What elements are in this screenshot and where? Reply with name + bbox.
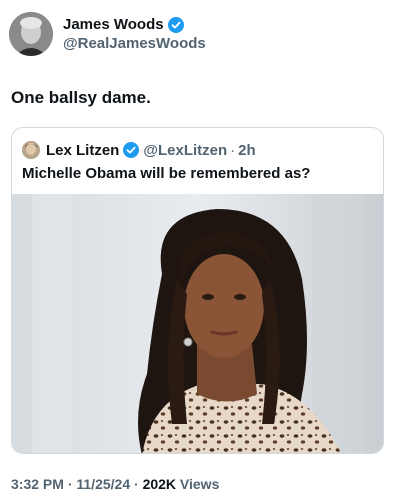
quoted-author-handle[interactable]: @LexLitzen xyxy=(143,142,227,159)
views-label: Views xyxy=(179,476,220,492)
quoted-tweet-photo[interactable] xyxy=(12,194,383,453)
tweet-date[interactable]: 11/25/24 xyxy=(76,476,130,492)
meta-separator: · xyxy=(67,476,73,492)
quoted-author-name[interactable]: Lex Litzen xyxy=(46,142,119,159)
verified-badge-icon xyxy=(167,16,184,33)
quoted-author-avatar xyxy=(22,141,40,159)
meta-separator-2: · xyxy=(134,476,139,492)
author-name[interactable]: James Woods xyxy=(63,16,164,33)
author-handle[interactable]: @RealJamesWoods xyxy=(63,35,206,52)
quoted-tweet-text: Michelle Obama will be remembered as? xyxy=(22,165,311,182)
tweet-text: One ballsy dame. xyxy=(11,88,151,107)
quoted-separator: · xyxy=(230,141,236,159)
tweet-author: James Woods @RealJamesWoods xyxy=(9,12,206,56)
tweet-meta: 3:32 PM · 11/25/24 · 202K Views xyxy=(11,476,219,492)
tweet-time[interactable]: 3:32 PM xyxy=(11,476,64,492)
quoted-tweet[interactable]: Lex Litzen @LexLitzen · 2h Michelle Obam… xyxy=(11,127,384,454)
views-count: 202K xyxy=(142,476,177,492)
author-avatar[interactable] xyxy=(9,12,53,56)
quoted-verified-badge-icon xyxy=(123,142,140,158)
quoted-time[interactable]: 2h xyxy=(238,142,256,159)
